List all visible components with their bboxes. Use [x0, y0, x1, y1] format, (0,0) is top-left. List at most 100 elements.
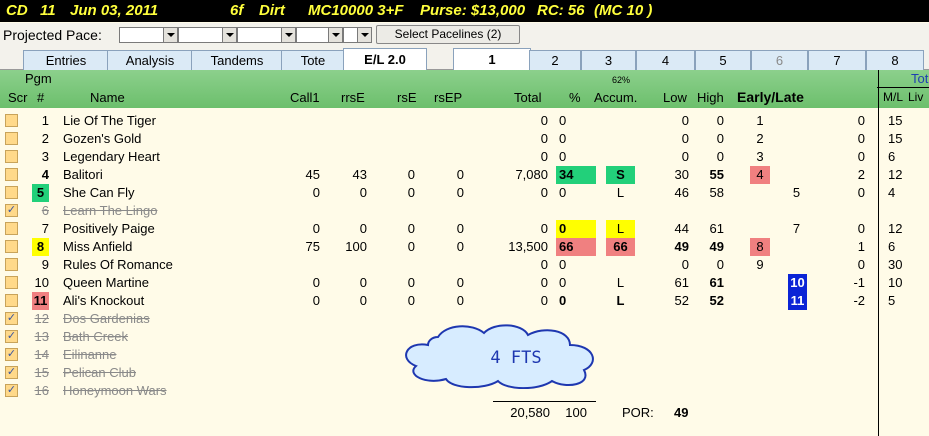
scratch-checkbox[interactable] [5, 132, 18, 145]
program-number: 16 [34, 383, 49, 398]
tab-race-2[interactable]: 2 [529, 50, 581, 70]
tab-bar: Entries Analysis Tandems Tote E/L 2.0 1 … [0, 45, 929, 71]
col-call1-header: Call1 [290, 90, 320, 105]
low-value: 49 [674, 239, 689, 254]
high-value: 0 [716, 113, 724, 128]
tab-entries[interactable]: Entries [23, 50, 109, 70]
tote-value: -2 [853, 293, 865, 308]
col-scr-header: Scr [8, 90, 28, 105]
col-live-header: Liv [908, 90, 924, 104]
tab-race-1[interactable]: 1 [453, 48, 531, 71]
tab-tandems[interactable]: Tandems [191, 50, 283, 70]
race-class: MC10000 3+F [308, 2, 404, 19]
col-rrse-header: rrsE [341, 90, 365, 105]
scratch-checkbox[interactable] [5, 222, 18, 235]
scratch-checkbox-checked[interactable]: ✓ [5, 330, 18, 343]
table-row[interactable]: ✓ 6 Learn The Lingo [0, 202, 929, 220]
table-row[interactable]: 3 Legendary Heart 0 0 0 0 3 0 6 [0, 148, 929, 166]
early-value: 2 [756, 131, 764, 146]
tote-value: 2 [857, 167, 865, 182]
table-row[interactable]: 1 Lie Of The Tiger 0 0 0 0 1 0 15 [0, 112, 929, 130]
scratch-checkbox-checked[interactable]: ✓ [5, 204, 18, 217]
low-value: 52 [674, 293, 689, 308]
tote-underline [877, 87, 929, 88]
table-row[interactable]: 4 Balitori 45 43 0 0 7,080 34 S 30 55 4 2 12 [0, 166, 929, 184]
pace-dropdown-2[interactable] [178, 27, 237, 43]
horse-name: Dos Gardenias [63, 311, 150, 326]
program-number: 5 [32, 184, 49, 202]
tab-race-3[interactable]: 3 [581, 50, 636, 70]
early-value [750, 292, 770, 310]
cloud-label: 4 FTS [490, 348, 541, 368]
chevron-down-icon [281, 28, 295, 42]
race-title-bar: CD 11 Jun 03, 2011 6f Dirt MC10000 3+F P… [0, 0, 929, 22]
scratch-checkbox-checked[interactable]: ✓ [5, 348, 18, 361]
late-value: 7 [792, 221, 801, 236]
scratch-checkbox[interactable] [5, 186, 18, 199]
scratch-checkbox[interactable] [5, 294, 18, 307]
rse-value [385, 112, 415, 130]
percent-value: 66 [556, 238, 596, 256]
horse-name: Bath Creek [63, 329, 129, 344]
percent-value: 34 [556, 166, 596, 184]
col-tote-header: Tot [911, 71, 929, 86]
scratch-checkbox-checked[interactable]: ✓ [5, 384, 18, 397]
ml-odds: 6 [888, 239, 896, 254]
rrse-value [330, 148, 367, 166]
pace-dropdown-3[interactable] [237, 27, 296, 43]
pace-dropdown-1[interactable] [119, 27, 178, 43]
early-value: 4 [750, 166, 770, 184]
table-row[interactable]: 7 Positively Paige 0 0 0 0 0 0 L 44 61 7 0 12 [0, 220, 929, 238]
table-row[interactable]: 9 Rules Of Romance 0 0 0 0 9 0 30 [0, 256, 929, 274]
rse-value [385, 148, 415, 166]
ml-odds: 30 [888, 257, 903, 272]
chevron-down-icon [328, 28, 342, 42]
tab-race-8[interactable]: 8 [866, 50, 924, 70]
total-value: 0 [540, 221, 548, 236]
tab-analysis[interactable]: Analysis [107, 50, 193, 70]
tab-race-5[interactable]: 5 [695, 50, 751, 70]
ml-odds: 10 [888, 275, 903, 290]
rsep-value: 0 [456, 239, 464, 254]
table-row[interactable]: 5 She Can Fly 0 0 0 0 0 0 L 46 58 5 0 4 [0, 184, 929, 202]
rrse-value: 0 [359, 185, 367, 200]
rse-value: 0 [407, 275, 415, 290]
ml-odds: 6 [888, 149, 896, 164]
scratch-checkbox[interactable] [5, 150, 18, 163]
race-class-note: (MC 10 ) [594, 2, 653, 19]
race-distance: 6f [230, 2, 244, 19]
col-early-late-header: Early/Late [737, 89, 804, 105]
scratch-checkbox[interactable] [5, 168, 18, 181]
select-pacelines-button[interactable]: Select Pacelines (2) [376, 25, 520, 44]
scratch-checkbox[interactable] [5, 276, 18, 289]
table-row[interactable]: 8 Miss Anfield 75 100 0 0 13,500 66 66 49 49 8 1 6 [0, 238, 929, 256]
early-value [750, 184, 770, 202]
scratch-checkbox[interactable] [5, 258, 18, 271]
tab-race-7[interactable]: 7 [808, 50, 866, 70]
scratch-checkbox-checked[interactable]: ✓ [5, 312, 18, 325]
table-row[interactable]: 2 Gozen's Gold 0 0 0 0 2 0 15 [0, 130, 929, 148]
rse-value: 0 [407, 293, 415, 308]
chevron-down-icon [163, 28, 177, 42]
rse-value: 0 [407, 221, 415, 236]
race-purse: Purse: $13,000 [420, 2, 526, 19]
race-date: Jun 03, 2011 [70, 2, 159, 19]
total-value: 13,500 [508, 239, 548, 254]
horse-name: Ali's Knockout [63, 293, 145, 308]
pace-dropdown-5[interactable] [343, 27, 372, 43]
high-value: 61 [709, 221, 724, 236]
scratch-checkbox[interactable] [5, 240, 18, 253]
rsep-value: 0 [456, 185, 464, 200]
horse-name: Learn The Lingo [63, 203, 158, 218]
scratch-checkbox[interactable] [5, 114, 18, 127]
tab-race-4[interactable]: 4 [636, 50, 695, 70]
tote-value: 0 [857, 257, 865, 272]
table-row[interactable]: 10 Queen Martine 0 0 0 0 0 0 L 61 61 10 -1 10 [0, 274, 929, 292]
tab-el-2-0[interactable]: E/L 2.0 [343, 48, 427, 71]
scratch-checkbox-checked[interactable]: ✓ [5, 366, 18, 379]
tab-tote[interactable]: Tote [281, 50, 345, 70]
early-value: 1 [756, 113, 764, 128]
rsep-value: 0 [456, 293, 464, 308]
table-row[interactable]: 11 Ali's Knockout 0 0 0 0 0 0 L 52 52 11 -2 5 [0, 292, 929, 310]
pace-dropdown-4[interactable] [296, 27, 343, 43]
